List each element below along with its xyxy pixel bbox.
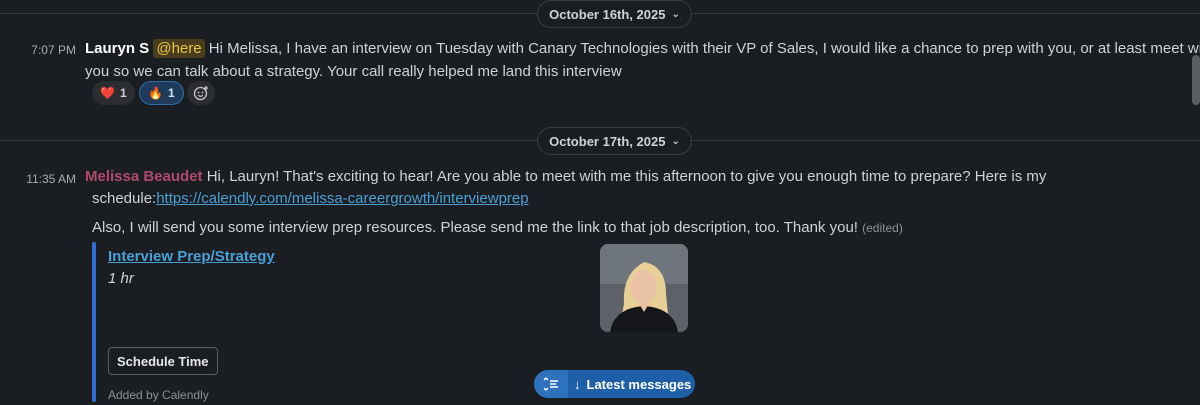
- chevron-down-icon: ⌄: [671, 135, 680, 147]
- message-text: Also, I will send you some interview pre…: [92, 219, 858, 236]
- mention-badge[interactable]: @here: [153, 39, 205, 58]
- message-line: Melissa Beaudet Hi, Lauryn! That's excit…: [85, 166, 1046, 188]
- message-line: Lauryn S @here Hi Melissa, I have an int…: [85, 38, 1200, 60]
- chevron-down-icon: ⌄: [671, 8, 680, 20]
- reaction-fire[interactable]: 🔥 1: [139, 81, 184, 105]
- message-text: schedule:: [92, 190, 157, 207]
- card-accent-bar: [92, 242, 96, 402]
- thread-list-icon[interactable]: [534, 370, 568, 398]
- message-timestamp[interactable]: 11:35 AM: [10, 172, 76, 186]
- latest-messages-label: Latest messages: [586, 376, 692, 392]
- date-pill[interactable]: October 17th, 2025 ⌄: [537, 127, 692, 155]
- edited-label: (edited): [862, 221, 903, 235]
- latest-messages-button[interactable]: ↓ Latest messages: [534, 370, 695, 398]
- reaction-heart[interactable]: ❤️ 1: [92, 81, 135, 105]
- card-footer: Added by Calendly: [108, 388, 209, 402]
- message-line: you so we can talk about a strategy. You…: [85, 63, 622, 80]
- calendly-link[interactable]: https://calendly.com/melissa-careergrowt…: [156, 190, 528, 207]
- message-text: Hi Melissa, I have an interview on Tuesd…: [204, 40, 1200, 57]
- author-name[interactable]: Lauryn S: [85, 40, 149, 57]
- add-emoji-icon: [193, 86, 208, 101]
- message-line: Also, I will send you some interview pre…: [92, 217, 903, 239]
- heart-icon: ❤️: [100, 86, 115, 100]
- message-timestamp[interactable]: 7:07 PM: [18, 43, 76, 57]
- author-name[interactable]: Melissa Beaudet: [85, 168, 203, 185]
- scrollbar-thumb[interactable]: [1192, 55, 1200, 105]
- message-line: schedule:https://calendly.com/melissa-ca…: [92, 188, 529, 210]
- card-title-link[interactable]: Interview Prep/Strategy: [108, 248, 275, 265]
- message-text: Hi, Lauryn! That's exciting to hear! Are…: [202, 168, 1047, 185]
- reaction-count: 1: [167, 86, 175, 100]
- date-pill[interactable]: October 16th, 2025 ⌄: [537, 0, 692, 28]
- portrait-image: [600, 244, 688, 332]
- reaction-count: 1: [119, 86, 127, 100]
- date-label: October 16th, 2025: [549, 6, 666, 22]
- date-label: October 17th, 2025: [549, 133, 666, 149]
- card-duration: 1 hr: [108, 270, 134, 287]
- schedule-time-button[interactable]: Schedule Time: [108, 347, 218, 375]
- arrow-down-icon: ↓: [574, 376, 581, 392]
- fire-icon: 🔥: [148, 86, 163, 100]
- add-reaction-button[interactable]: [187, 81, 215, 105]
- profile-photo[interactable]: [600, 244, 688, 332]
